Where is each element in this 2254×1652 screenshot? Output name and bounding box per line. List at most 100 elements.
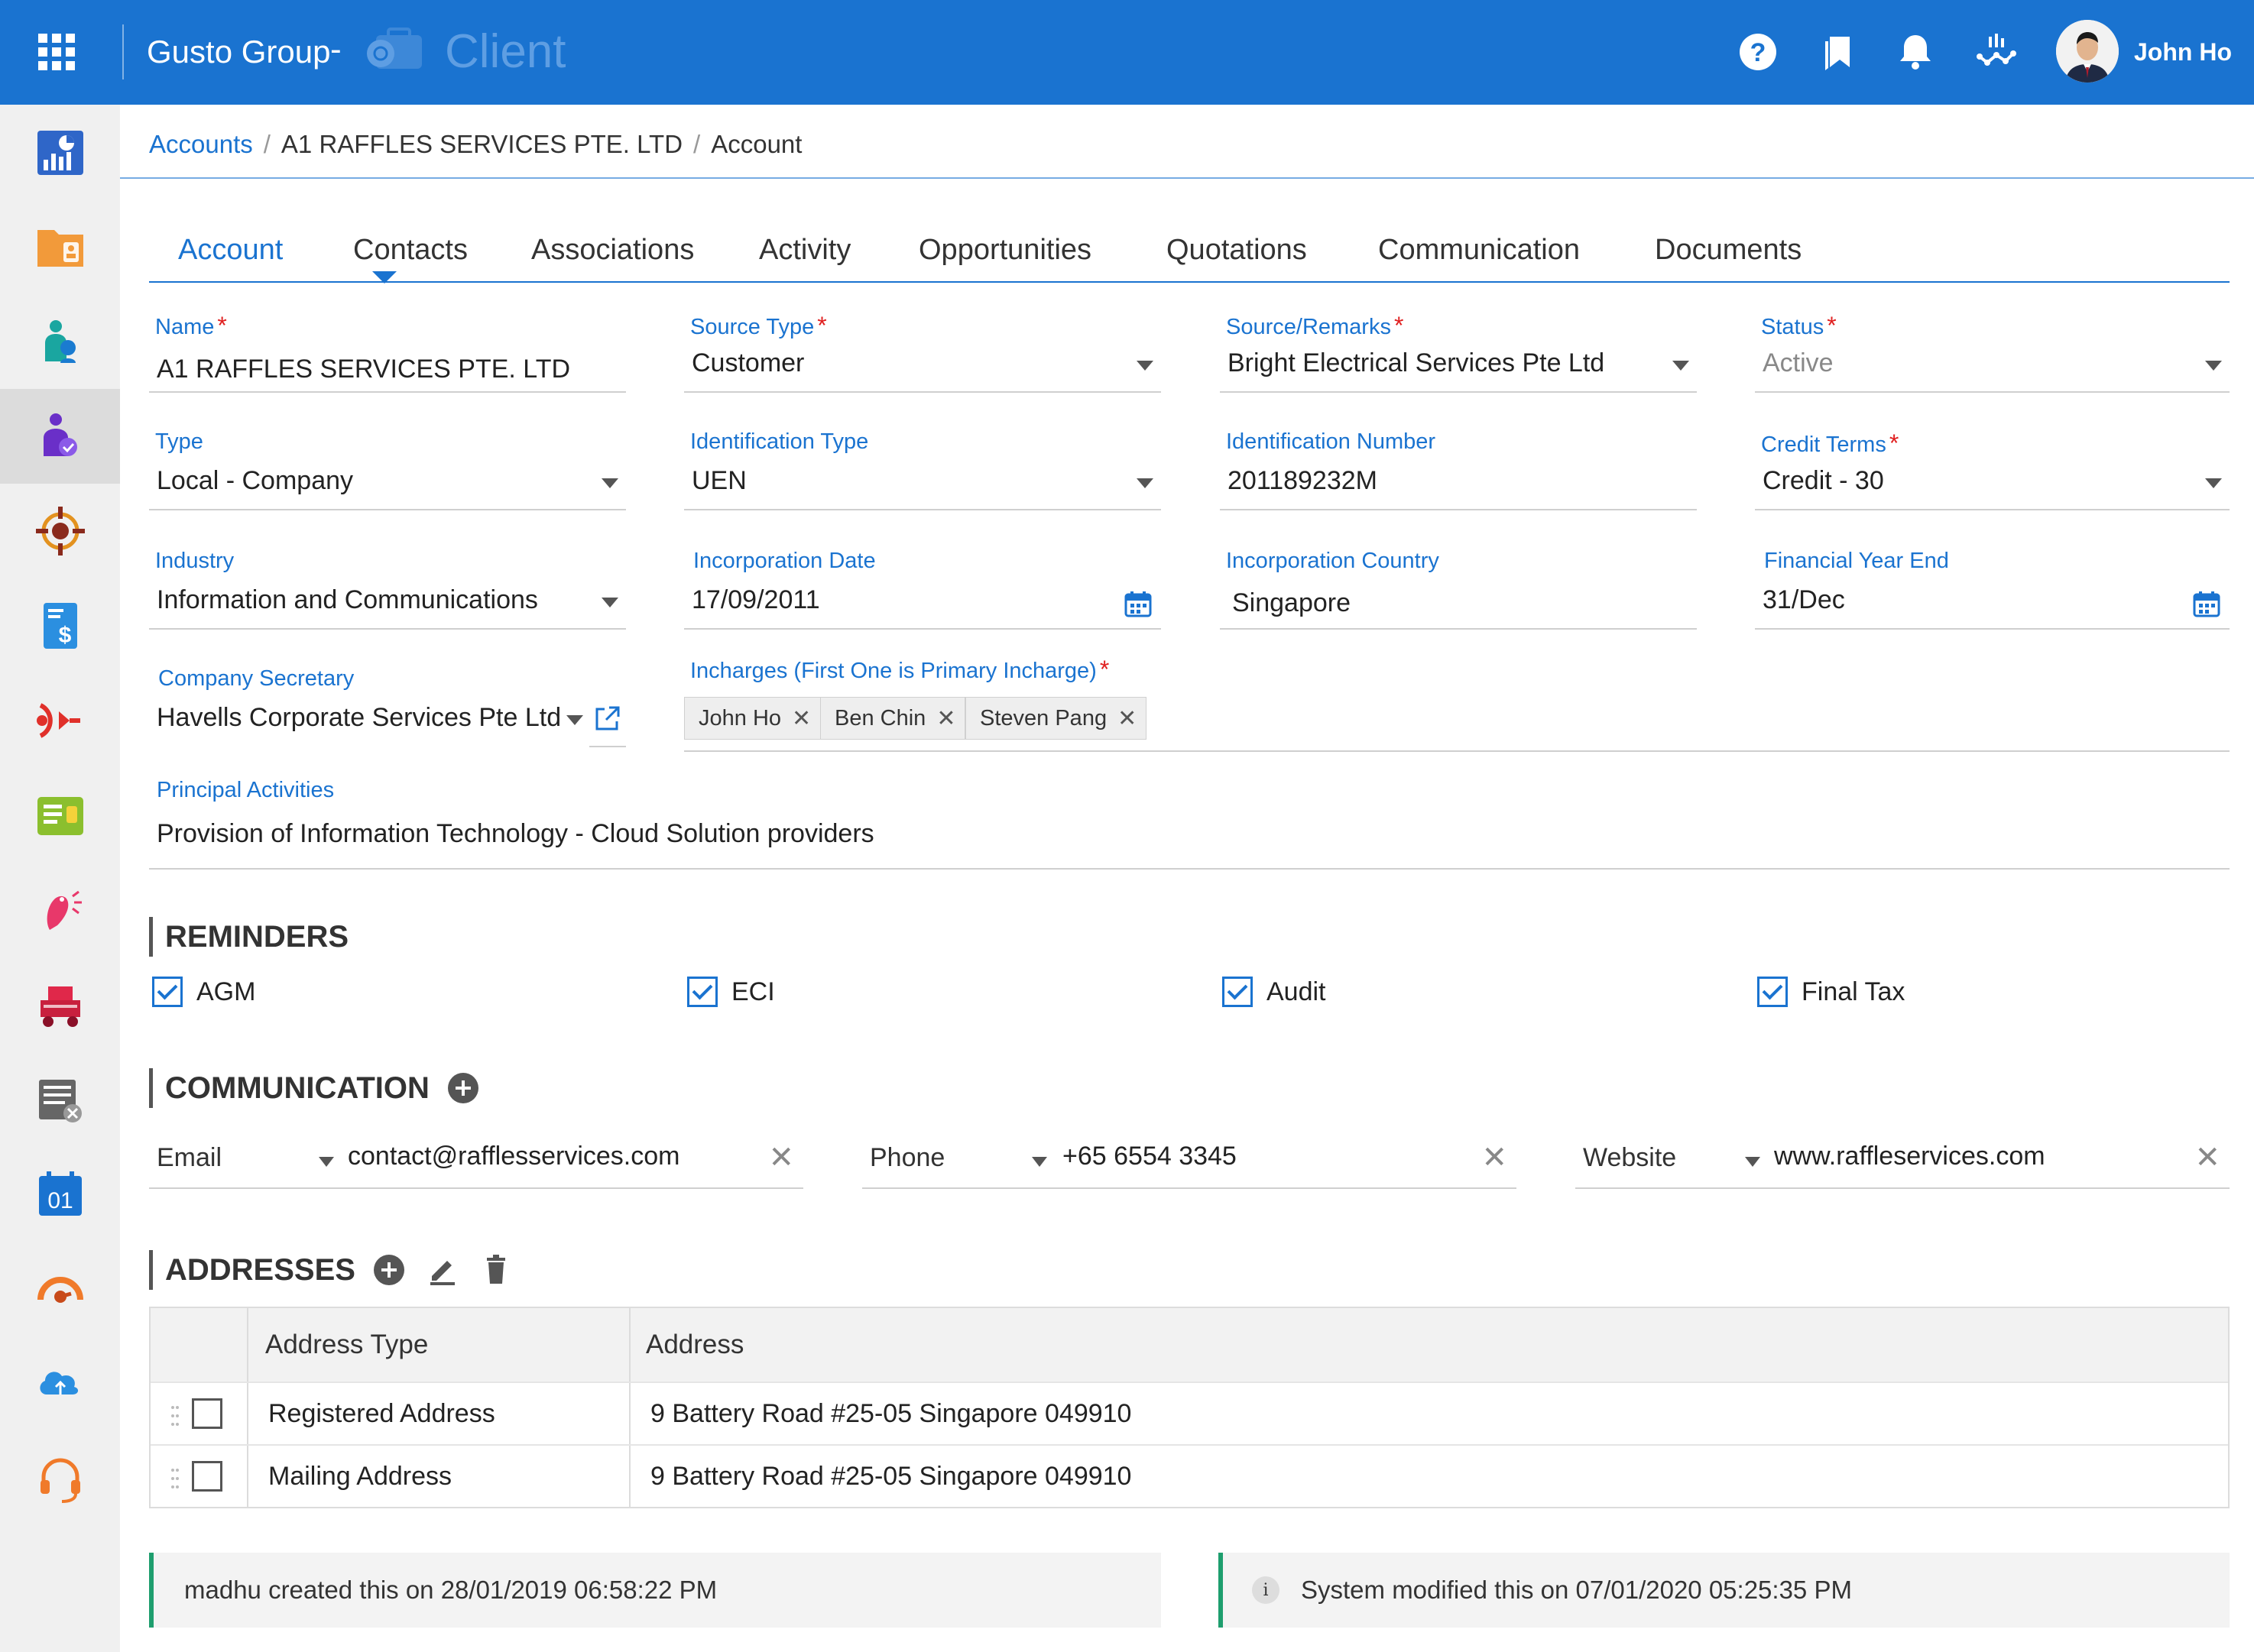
type-value[interactable]: Local - Company [157,466,353,496]
bookmarks-icon[interactable] [1818,31,1860,73]
communication-type-select[interactable]: Email [157,1143,222,1173]
sidebar-item-performance[interactable] [0,1242,120,1336]
row-checkbox[interactable] [192,1461,222,1492]
credit-terms-value[interactable]: Credit - 30 [1763,466,1884,496]
incorporation-country-field[interactable]: Incorporation Country Singapore [1220,549,1697,640]
type-select[interactable]: Type Local - Company [149,429,626,521]
communication-row-phone[interactable]: Phone +65 6554 3345 ✕ [862,1131,1516,1192]
calendar-icon[interactable] [1123,588,1153,619]
row-checkbox[interactable] [192,1398,222,1429]
name-value[interactable]: A1 RAFFLES SERVICES PTE. LTD [157,355,570,384]
company-secretary-select[interactable]: Company Secretary Havells Corporate Serv… [149,666,626,758]
calendar-icon[interactable] [2191,588,2222,619]
phone-value[interactable]: +65 6554 3345 [1062,1142,1237,1171]
chevron-down-icon[interactable] [2205,478,2222,488]
chevron-down-icon[interactable] [566,715,583,725]
tab-quotations[interactable]: Quotations [1166,234,1307,267]
clear-icon[interactable]: ✕ [2194,1140,2220,1175]
incharge-chip[interactable]: Ben Chin ✕ [820,697,966,740]
source-type-value[interactable]: Customer [692,348,804,378]
remove-chip-icon[interactable]: ✕ [936,705,955,732]
incorporation-date-field[interactable]: Incorporation Date 17/09/2011 [684,549,1161,640]
sidebar-item-campaigns[interactable] [0,673,120,768]
checkbox-checked[interactable] [152,977,183,1007]
source-type-select[interactable]: Source Type * Customer [684,312,1161,403]
breadcrumb-accounts-link[interactable]: Accounts [149,130,253,158]
chevron-down-icon[interactable] [602,598,618,607]
tab-communication[interactable]: Communication [1378,234,1580,267]
sidebar-item-vehicles[interactable] [0,957,120,1052]
website-value[interactable]: www.raffleservices.com [1774,1142,2045,1171]
reminder-checkbox-final-tax[interactable]: Final Tax [1757,977,1905,1007]
checkbox-checked[interactable] [1757,977,1788,1007]
source-remarks-select[interactable]: Source/Remarks * Bright Electrical Servic… [1220,312,1697,403]
industry-value[interactable]: Information and Communications [157,585,538,615]
chevron-down-icon[interactable] [2205,361,2222,371]
chevron-down-icon[interactable] [602,478,618,488]
tab-associations[interactable]: Associations [531,234,694,267]
add-circle-icon[interactable] [446,1071,480,1105]
sidebar-item-targets[interactable] [0,484,120,578]
tab-documents[interactable]: Documents [1655,234,1802,267]
drag-handle-icon[interactable] [170,1467,180,1490]
table-row[interactable]: Registered Address 9 Battery Road #25-05… [151,1382,2228,1444]
reminder-checkbox-eci[interactable]: ECI [687,977,775,1007]
sidebar-item-client[interactable] [0,389,120,484]
communication-row-email[interactable]: Email contact@rafflesservices.com ✕ [149,1131,803,1192]
external-link-icon[interactable] [592,705,621,734]
table-row[interactable]: Mailing Address 9 Battery Road #25-05 Si… [151,1444,2228,1507]
financial-year-end-field[interactable]: Financial Year End 31/Dec [1755,549,2230,640]
user-name[interactable]: John Ho [2134,38,2232,66]
sidebar-item-people[interactable] [0,294,120,389]
sidebar-item-cards[interactable] [0,768,120,863]
sidebar-item-cloud[interactable] [0,1336,120,1431]
principal-activities-field[interactable]: Principal Activities Provision of Inform… [149,778,2230,870]
industry-select[interactable]: Industry Information and Communications [149,549,626,640]
clear-icon[interactable]: ✕ [1481,1140,1507,1175]
column-header-address[interactable]: Address [646,1308,744,1382]
checkbox-checked[interactable] [687,977,718,1007]
chevron-down-icon[interactable] [319,1157,334,1167]
communication-type-select[interactable]: Website [1583,1143,1676,1173]
reminder-checkbox-agm[interactable]: AGM [152,977,255,1007]
name-field[interactable]: Name * A1 RAFFLES SERVICES PTE. LTD [149,312,626,403]
incharges-field[interactable]: Incharges (First One is Primary Incharge… [684,651,2230,758]
apps-grid-icon[interactable] [38,34,75,70]
help-icon[interactable]: ? [1737,31,1779,73]
sidebar-item-social[interactable] [0,863,120,957]
sidebar-item-support[interactable] [0,1431,120,1526]
notification-bell-icon[interactable] [1894,31,1937,73]
chevron-down-icon[interactable] [1745,1157,1760,1167]
source-remarks-value[interactable]: Bright Electrical Services Pte Ltd [1228,348,1604,378]
clear-icon[interactable]: ✕ [768,1140,794,1175]
incorporation-date-value[interactable]: 17/09/2011 [692,585,820,615]
add-circle-icon[interactable] [372,1253,406,1287]
remove-chip-icon[interactable]: ✕ [792,705,811,732]
tab-activity[interactable]: Activity [759,234,851,267]
principal-activities-value[interactable]: Provision of Information Technology - Cl… [157,819,874,849]
incorporation-country-value[interactable]: Singapore [1232,588,1351,618]
avatar[interactable] [2056,20,2119,83]
communication-row-website[interactable]: Website www.raffleservices.com ✕ [1575,1131,2230,1192]
reminder-checkbox-audit[interactable]: Audit [1222,977,1326,1007]
status-value[interactable]: Active [1763,348,1834,378]
drag-handle-icon[interactable] [170,1404,180,1427]
communication-type-select[interactable]: Phone [870,1143,945,1173]
identification-type-value[interactable]: UEN [692,466,747,496]
identification-number-field[interactable]: Identification Number 201189232M [1220,429,1697,521]
chevron-down-icon[interactable] [1032,1157,1047,1167]
identification-type-select[interactable]: Identification Type UEN [684,429,1161,521]
sidebar-item-dashboard[interactable] [0,105,120,199]
remove-chip-icon[interactable]: ✕ [1117,705,1137,732]
company-secretary-value[interactable]: Havells Corporate Services Pte Ltd [157,703,561,733]
financial-year-end-value[interactable]: 31/Dec [1763,585,1845,615]
tab-account[interactable]: Account [178,234,283,267]
email-value[interactable]: contact@rafflesservices.com [348,1142,679,1171]
column-header-address-type[interactable]: Address Type [265,1308,428,1382]
checkbox-checked[interactable] [1222,977,1253,1007]
chevron-down-icon[interactable] [1672,361,1689,371]
sidebar-item-invoices[interactable]: $ [0,578,120,673]
identification-number-value[interactable]: 201189232M [1228,466,1377,496]
analytics-icon[interactable] [1975,31,2018,73]
status-select[interactable]: Status * Active [1755,312,2230,403]
